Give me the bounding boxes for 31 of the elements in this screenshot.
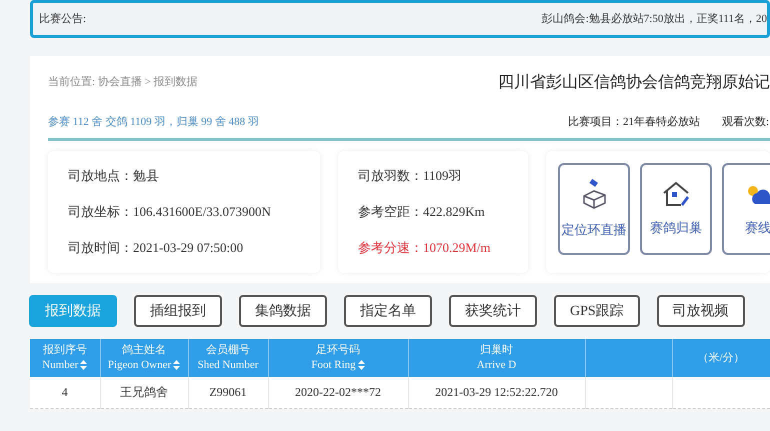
announcement-label: 比赛公告: [39,12,86,27]
table-cell: 2021-03-29 12:52:22.720 [408,377,585,408]
views-label: 观看次数: [722,114,770,130]
tab[interactable]: 获奖统计 [449,295,537,327]
race-item: 比赛项目：21年春特必放站 [568,114,700,130]
tab[interactable]: 指定名单 [344,295,432,327]
tab[interactable]: 集鸽数据 [239,295,327,327]
tab[interactable]: 司放视频 [656,295,745,327]
table-cell: 2020-22-02***72 [268,377,408,408]
info-text: 司放地点：勉县 [68,167,160,186]
info-text: 司放坐标：106.431600E/33.073900N [68,203,272,222]
summary-text: 参赛 112 舍 交鸽 1109 羽，归巢 99 舍 488 羽 [48,114,259,130]
info-text: 司放羽数：1109羽 [358,167,463,186]
table-cell: Z99061 [188,377,268,408]
announcement-text: 彭山鸽会:勉县必放站7:50放出，正奖111名，20 [542,12,767,27]
tab[interactable]: 插组报到 [134,295,222,327]
shortcut-button[interactable]: 定位环直播 [558,163,630,255]
column-header: （米/分） [672,339,770,377]
tab[interactable]: GPS跟踪 [554,295,640,327]
column-header: 会员棚号 Shed Number [188,339,268,377]
house-icon [661,180,691,208]
shortcut-button[interactable]: 赛鸽归巢 [640,163,712,255]
info-text: 司放时间：2021-03-29 07:50:00 [68,239,244,258]
page-title: 四川省彭山区信鸽协会信鸽竞翔原始记 [498,71,770,93]
info-text: 参考分速：1070.29M/m [358,239,492,258]
info-text: 参考空距：422.829Km [358,203,486,222]
column-header: 归巢时 Arrive D [408,339,585,377]
table-cell: 4 [30,377,100,408]
breadcrumb-label: 当前位置: [48,76,96,88]
table-cell: 王兄鸽舍 [100,377,188,408]
breadcrumb-link[interactable]: 协会直播 > 报到数据 [98,76,198,88]
